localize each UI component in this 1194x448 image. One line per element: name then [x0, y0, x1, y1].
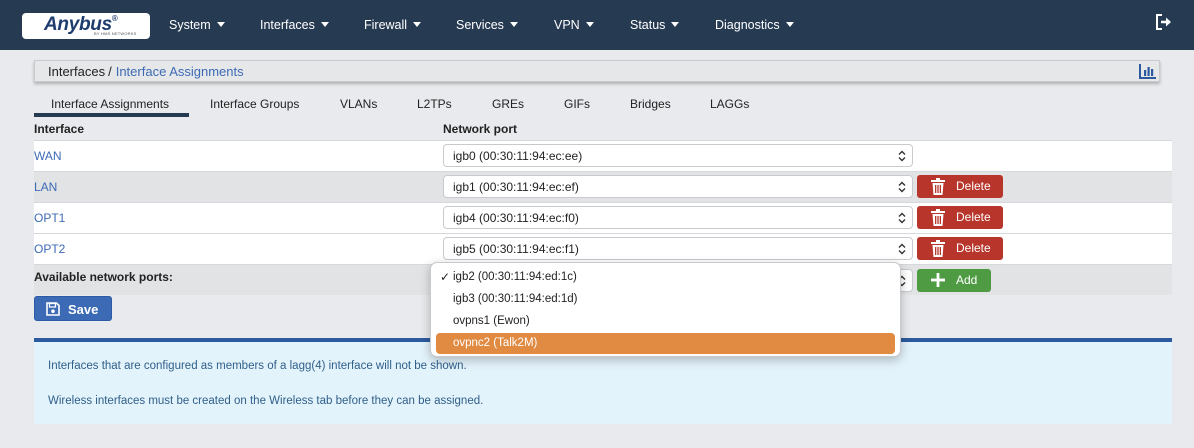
nav-firewall[interactable]: Firewall	[364, 18, 422, 32]
breadcrumb-current[interactable]: Interface Assignments	[116, 64, 244, 79]
delete-label: Delete	[956, 241, 991, 255]
trash-icon	[931, 178, 945, 195]
save-button[interactable]: Save	[34, 296, 112, 321]
save-label: Save	[68, 302, 99, 317]
nav-diagnostics[interactable]: Diagnostics	[715, 18, 794, 32]
table-row-wan: WAN igb0 (00:30:11:94:ec:ee)	[34, 140, 1172, 171]
table-row-lan: LAN igb1 (00:30:11:94:ec:ef) Delete	[34, 171, 1172, 202]
caret-down-icon	[785, 22, 794, 28]
active-tab-indicator	[34, 113, 189, 117]
breadcrumb-separator: /	[108, 64, 112, 79]
tab-gifs[interactable]: GIFs	[564, 97, 590, 111]
tab-interface-groups[interactable]: Interface Groups	[210, 97, 299, 111]
caret-down-icon	[509, 22, 518, 28]
tab-l2tps[interactable]: L2TPs	[417, 97, 452, 111]
plus-icon	[931, 273, 945, 287]
nav-system[interactable]: System	[169, 18, 225, 32]
delete-button-opt1[interactable]: Delete	[917, 206, 1003, 229]
network-port-select-wan[interactable]: igb0 (00:30:11:94:ec:ee)	[443, 144, 913, 167]
logout-icon[interactable]	[1155, 14, 1173, 30]
checkmark-icon: ✓	[440, 270, 451, 284]
network-port-select-opt2[interactable]: igb5 (00:30:11:94:ec:f1)	[443, 237, 913, 260]
caret-down-icon	[413, 22, 422, 28]
bar-chart-icon[interactable]	[1139, 63, 1157, 79]
breadcrumb-parent: Interfaces	[48, 64, 106, 79]
tab-interface-assignments[interactable]: Interface Assignments	[51, 97, 169, 111]
chevron-up-down-icon	[898, 212, 906, 224]
tab-laggs[interactable]: LAGGs	[710, 97, 749, 111]
anybus-logo[interactable]: Anybus® BY HMS NETWORKS	[22, 13, 150, 39]
dropdown-option-igb2[interactable]: ✓ igb2 (00:30:11:94:ed:1c)	[436, 267, 895, 288]
available-ports-label: Available network ports:	[34, 270, 173, 284]
trash-icon	[931, 209, 945, 226]
network-port-value: igb4 (00:30:11:94:ec:f0)	[453, 211, 579, 225]
trash-icon	[931, 240, 945, 257]
column-header-interface: Interface	[34, 122, 85, 136]
floppy-disk-icon	[46, 302, 60, 316]
network-port-select-opt1[interactable]: igb4 (00:30:11:94:ec:f0)	[443, 206, 913, 229]
chevron-up-down-icon	[898, 181, 906, 193]
caret-down-icon	[216, 22, 225, 28]
info-text-lagg: Interfaces that are configured as member…	[48, 360, 467, 372]
chevron-up-down-icon	[898, 150, 906, 162]
network-port-value: igb0 (00:30:11:94:ec:ee)	[453, 149, 583, 163]
interface-link-opt1[interactable]: OPT1	[34, 211, 65, 225]
nav-vpn[interactable]: VPN	[554, 18, 594, 32]
delete-button-opt2[interactable]: Delete	[917, 237, 1003, 260]
nav-services[interactable]: Services	[456, 18, 518, 32]
table-row-opt2: OPT2 igb5 (00:30:11:94:ec:f1) Delete	[34, 233, 1172, 264]
caret-down-icon	[671, 22, 680, 28]
info-text-wireless: Wireless interfaces must be created on t…	[48, 395, 484, 407]
network-port-select-lan[interactable]: igb1 (00:30:11:94:ec:ef)	[443, 175, 913, 198]
dropdown-option-ovpns1[interactable]: ovpns1 (Ewon)	[436, 311, 895, 332]
available-ports-dropdown: ✓ igb2 (00:30:11:94:ed:1c) igb3 (00:30:1…	[430, 262, 901, 357]
tab-gres[interactable]: GREs	[492, 97, 524, 111]
caret-down-icon	[585, 22, 594, 28]
delete-label: Delete	[956, 179, 991, 193]
nav-status[interactable]: Status	[630, 18, 680, 32]
add-label: Add	[956, 273, 978, 287]
logo-subtext: BY HMS NETWORKS	[94, 31, 137, 36]
chevron-up-down-icon	[898, 243, 906, 255]
interface-link-lan[interactable]: LAN	[34, 180, 57, 194]
interface-link-wan[interactable]: WAN	[34, 149, 62, 163]
table-row-opt1: OPT1 igb4 (00:30:11:94:ec:f0) Delete	[34, 202, 1172, 233]
add-button[interactable]: Add	[917, 269, 991, 292]
dropdown-option-ovpnc2[interactable]: ovpnc2 (Talk2M)	[436, 333, 895, 354]
nav-interfaces[interactable]: Interfaces	[260, 18, 329, 32]
top-navbar: Anybus® BY HMS NETWORKS System Interface…	[0, 0, 1194, 50]
caret-down-icon	[320, 22, 329, 28]
network-port-value: igb5 (00:30:11:94:ec:f1)	[453, 242, 579, 256]
breadcrumb: Interfaces / Interface Assignments	[34, 60, 1160, 82]
network-port-value: igb1 (00:30:11:94:ec:ef)	[453, 180, 579, 194]
column-header-network-port: Network port	[443, 122, 518, 136]
delete-button-lan[interactable]: Delete	[917, 175, 1003, 198]
tab-vlans[interactable]: VLANs	[340, 97, 377, 111]
delete-label: Delete	[956, 210, 991, 224]
tab-bridges[interactable]: Bridges	[630, 97, 671, 111]
interface-link-opt2[interactable]: OPT2	[34, 242, 65, 256]
dropdown-option-igb3[interactable]: igb3 (00:30:11:94:ed:1d)	[436, 289, 895, 310]
